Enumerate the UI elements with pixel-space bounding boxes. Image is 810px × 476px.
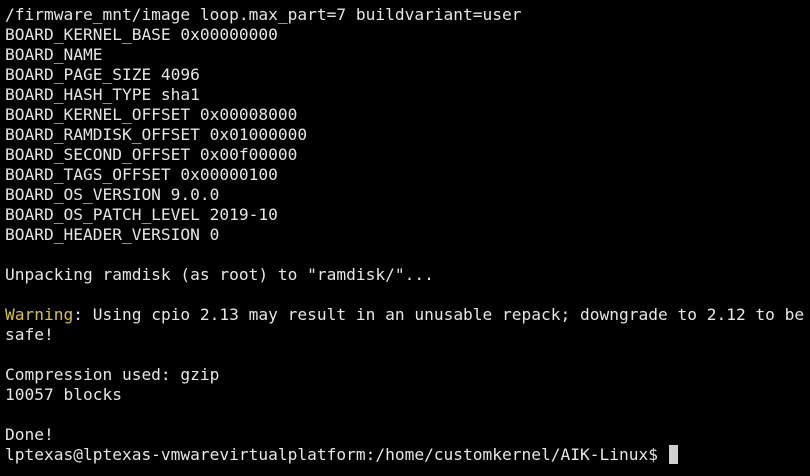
done-line: Done! bbox=[5, 425, 54, 444]
output-line: BOARD_OS_PATCH_LEVEL 2019-10 bbox=[5, 205, 278, 224]
warning-label: Warning bbox=[5, 305, 74, 324]
output-line: BOARD_TAGS_OFFSET 0x00000100 bbox=[5, 165, 278, 184]
output-line: BOARD_OS_VERSION 9.0.0 bbox=[5, 185, 220, 204]
output-line: BOARD_PAGE_SIZE 4096 bbox=[5, 65, 200, 84]
output-line: BOARD_RAMDISK_OFFSET 0x01000000 bbox=[5, 125, 308, 144]
output-line: BOARD_HEADER_VERSION 0 bbox=[5, 225, 220, 244]
output-line: BOARD_KERNEL_BASE 0x00000000 bbox=[5, 25, 278, 44]
warning-text: : Using cpio 2.13 may result in an unusa… bbox=[5, 305, 805, 344]
shell-prompt: lptexas@lptexas-vmwarevirtualplatform:/h… bbox=[5, 445, 668, 464]
output-line: BOARD_SECOND_OFFSET 0x00f00000 bbox=[5, 145, 298, 164]
terminal-window[interactable]: /firmware_mnt/image loop.max_part=7 buil… bbox=[0, 0, 810, 476]
output-line: BOARD_HASH_TYPE sha1 bbox=[5, 85, 200, 104]
text-cursor[interactable] bbox=[668, 445, 678, 464]
unpacking-line: Unpacking ramdisk (as root) to "ramdisk/… bbox=[5, 265, 434, 284]
compression-line: Compression used: gzip bbox=[5, 365, 220, 384]
warning-line: Warning: Using cpio 2.13 may result in a… bbox=[5, 305, 805, 345]
output-line: BOARD_KERNEL_OFFSET 0x00008000 bbox=[5, 105, 298, 124]
blocks-line: 10057 blocks bbox=[5, 385, 122, 404]
output-line: BOARD_NAME bbox=[5, 45, 103, 64]
prompt-line[interactable]: lptexas@lptexas-vmwarevirtualplatform:/h… bbox=[5, 445, 810, 465]
output-line: /firmware_mnt/image loop.max_part=7 buil… bbox=[5, 5, 522, 24]
